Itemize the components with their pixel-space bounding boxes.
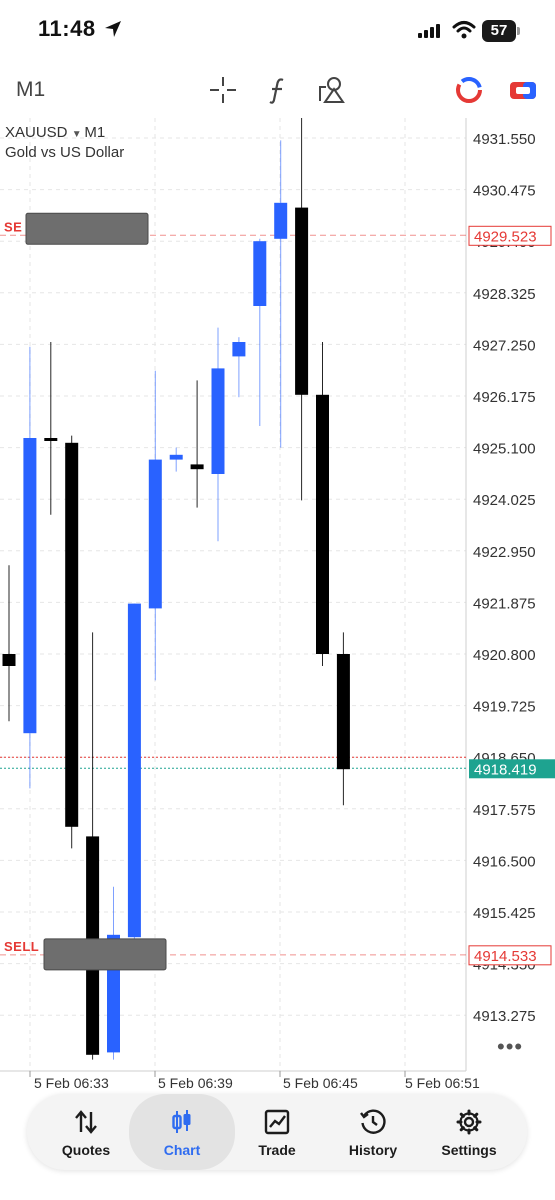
- price-tick-label: 4919.725: [473, 699, 536, 716]
- candle-bull: [232, 342, 246, 357]
- current-price-label: 4918.419: [474, 761, 537, 778]
- price-tick-label: 4927.250: [473, 337, 536, 354]
- candle-bull: [211, 368, 225, 474]
- trade-panel-icon[interactable]: [507, 74, 539, 106]
- crosshair-icon[interactable]: [207, 74, 239, 106]
- candle-bear: [2, 654, 16, 666]
- candle-bear: [44, 438, 58, 441]
- history-clock-icon: [360, 1109, 386, 1134]
- status-time: 11:48: [38, 16, 96, 41]
- indicators-f-icon[interactable]: [262, 74, 294, 106]
- order-type-label: SELL: [4, 939, 39, 954]
- gear-icon: [456, 1109, 482, 1135]
- symbol-label[interactable]: XAUUSD ▼ M1: [5, 124, 105, 141]
- symbol-period: M1: [84, 124, 106, 141]
- dropdown-caret-icon: ▼: [71, 129, 85, 140]
- price-tick-label: 4926.175: [473, 389, 536, 406]
- timeframe-selector[interactable]: M1: [16, 78, 45, 102]
- chart-canvas[interactable]: 4931.5504930.4754929.4004928.3254927.250…: [0, 118, 555, 1100]
- nav-quotes-label: Quotes: [61, 1142, 111, 1158]
- symbol-name: XAUUSD: [5, 124, 68, 141]
- price-tick-label: 4930.475: [473, 183, 536, 200]
- symbol-description: Gold vs US Dollar: [5, 144, 125, 161]
- candle-bull: [23, 438, 37, 734]
- location-arrow-icon: [105, 21, 121, 37]
- nav-chart[interactable]: Chart: [129, 1094, 235, 1170]
- nav-history[interactable]: History: [325, 1094, 421, 1170]
- candle-bull: [127, 603, 141, 938]
- time-tick-label: 5 Feb 06:45: [283, 1075, 358, 1091]
- nav-settings-label: Settings: [441, 1142, 497, 1158]
- price-tick-label: 4916.500: [473, 853, 536, 870]
- price-tick-label: 4931.550: [473, 131, 536, 148]
- order-type-label: SE: [4, 219, 22, 234]
- price-tick-label: 4924.025: [473, 492, 536, 509]
- battery-level: 57: [490, 22, 508, 39]
- objects-icon[interactable]: [316, 74, 348, 106]
- price-tick-label: 4917.575: [473, 802, 536, 819]
- candle-bull: [148, 459, 162, 609]
- price-tick-label: 4915.425: [473, 905, 536, 922]
- order-price-label: 4914.533: [474, 948, 537, 965]
- price-chart[interactable]: 4931.5504930.4754929.4004928.3254927.250…: [0, 118, 555, 1100]
- nav-trade-label: Trade: [258, 1142, 296, 1158]
- candle-bear: [336, 654, 350, 770]
- trend-chart-icon: [264, 1109, 290, 1135]
- arrows-up-down-icon: [75, 1110, 97, 1134]
- more-options-icon[interactable]: •••: [497, 1034, 523, 1060]
- candle-bull: [274, 202, 288, 239]
- time-tick-label: 5 Feb 06:51: [405, 1075, 480, 1091]
- order-overlay-box: [43, 938, 167, 971]
- nav-chart-label: Chart: [163, 1142, 201, 1158]
- candle-bear: [295, 207, 309, 395]
- one-click-trading-icon[interactable]: [453, 74, 485, 106]
- price-tick-label: 4920.800: [473, 647, 536, 664]
- candle-bear: [190, 464, 204, 470]
- price-tick-label: 4921.875: [473, 595, 536, 612]
- price-tick-label: 4925.100: [473, 441, 536, 458]
- price-tick-label: 4913.275: [473, 1008, 536, 1025]
- nav-settings[interactable]: Settings: [421, 1094, 517, 1170]
- nav-history-label: History: [348, 1142, 398, 1158]
- nav-trade[interactable]: Trade: [229, 1094, 325, 1170]
- candle-bear: [316, 394, 329, 654]
- battery-icon: 57: [482, 20, 520, 42]
- time-tick-label: 5 Feb 06:39: [158, 1075, 233, 1091]
- wifi-icon: [452, 21, 476, 39]
- candle-bear: [65, 442, 79, 827]
- time-tick-label: 5 Feb 06:33: [34, 1075, 109, 1091]
- price-tick-label: 4922.950: [473, 544, 536, 561]
- order-price-label: 4929.523: [474, 228, 537, 245]
- chart-toolbar: M1: [0, 68, 555, 112]
- bottom-navigation: Quotes Chart Trade History Settings: [27, 1094, 527, 1170]
- nav-quotes[interactable]: Quotes: [38, 1094, 134, 1170]
- status-bar: 11:48 57: [0, 0, 555, 62]
- price-tick-label: 4928.325: [473, 286, 536, 303]
- candlestick-icon: [172, 1110, 191, 1133]
- candle-bull: [253, 241, 267, 306]
- order-overlay-box: [25, 212, 149, 245]
- candle-bull: [169, 454, 183, 460]
- cellular-signal-icon: [418, 24, 440, 38]
